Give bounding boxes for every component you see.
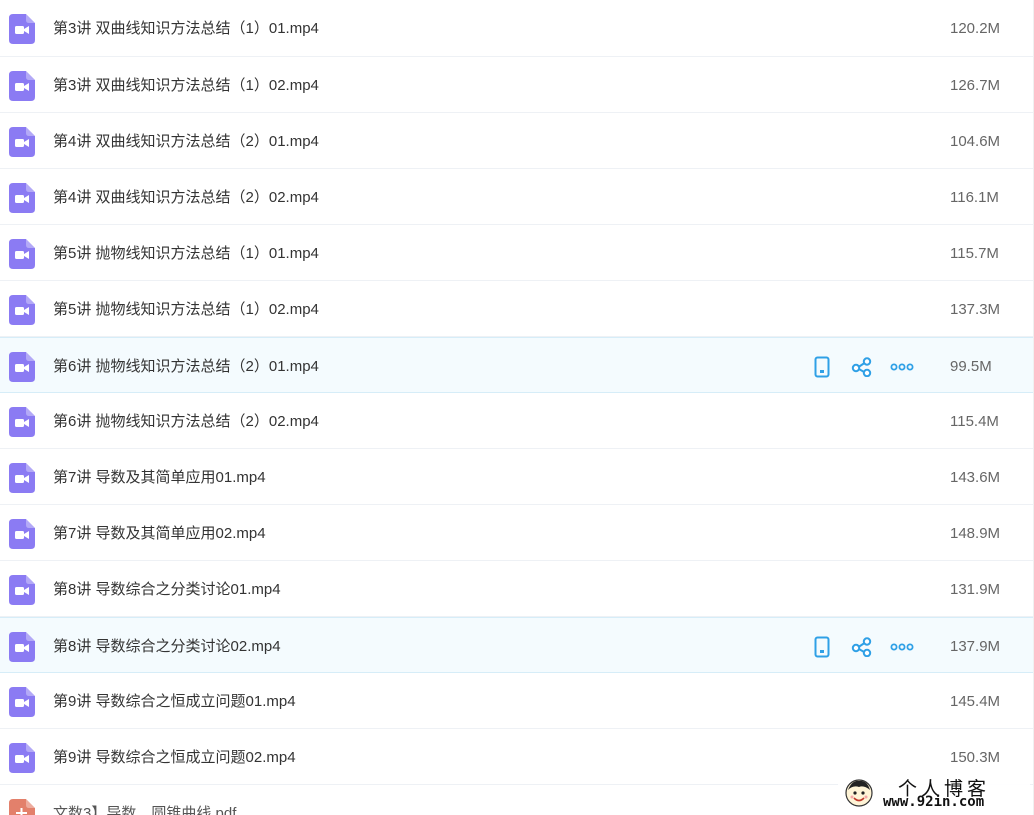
more-icon[interactable]: [890, 356, 914, 378]
file-row[interactable]: 第4讲 双曲线知识方法总结（2）02.mp4 116.1M: [0, 169, 1034, 225]
video-file-icon: [9, 71, 35, 101]
file-size: 99.5M: [950, 358, 992, 375]
file-row[interactable]: 第7讲 导数及其简单应用02.mp4 148.9M: [0, 505, 1034, 561]
file-size: 120.2M: [950, 20, 1001, 37]
file-row[interactable]: 第4讲 双曲线知识方法总结（2）01.mp4 104.6M: [0, 113, 1034, 169]
file-row[interactable]: 第6讲 抛物线知识方法总结（2）02.mp4 115.4M: [0, 393, 1034, 449]
file-name[interactable]: 第9讲 导数综合之恒成立问题02.mp4: [53, 749, 296, 767]
video-file-icon: [9, 183, 35, 213]
file-name[interactable]: 文数3】导数、圆锥曲线.pdf: [53, 805, 236, 815]
file-name[interactable]: 第8讲 导数综合之分类讨论01.mp4: [53, 581, 281, 599]
file-name[interactable]: 第4讲 双曲线知识方法总结（2）01.mp4: [53, 133, 319, 151]
file-size: 148.9M: [950, 525, 1001, 542]
file-size: 143.6M: [950, 469, 1001, 486]
share-icon[interactable]: [850, 636, 874, 658]
file-row[interactable]: 第3讲 双曲线知识方法总结（1）02.mp4 126.7M: [0, 57, 1034, 113]
more-icon[interactable]: [890, 636, 914, 658]
file-size: 137.3M: [950, 301, 1001, 318]
file-size: 115.7M: [950, 245, 999, 262]
file-size: 145.4M: [950, 693, 1001, 710]
video-file-icon: [9, 239, 35, 269]
share-icon[interactable]: [850, 356, 874, 378]
row-actions: [810, 636, 930, 658]
video-file-icon: [9, 463, 35, 493]
row-actions: [810, 356, 930, 378]
file-name[interactable]: 第6讲 抛物线知识方法总结（2）01.mp4: [53, 358, 319, 376]
video-file-icon: [9, 352, 35, 382]
file-row[interactable]: 第9讲 导数综合之恒成立问题01.mp4 145.4M: [0, 673, 1034, 729]
video-file-icon: [9, 575, 35, 605]
file-row[interactable]: 第3讲 双曲线知识方法总结（1）01.mp4 120.2M: [0, 0, 1034, 57]
file-name[interactable]: 第9讲 导数综合之恒成立问题01.mp4: [53, 693, 296, 711]
file-name[interactable]: 第4讲 双曲线知识方法总结（2）02.mp4: [53, 189, 319, 207]
file-row[interactable]: 第7讲 导数及其简单应用01.mp4 143.6M: [0, 449, 1034, 505]
file-list: 第3讲 双曲线知识方法总结（1）01.mp4 120.2M 第3讲 双曲线知识方…: [0, 0, 1034, 815]
video-file-icon: [9, 295, 35, 325]
video-file-icon: [9, 407, 35, 437]
watermark-logo-icon: [844, 778, 874, 808]
file-size: 150.3M: [950, 749, 1001, 766]
file-name[interactable]: 第8讲 导数综合之分类讨论02.mp4: [53, 638, 281, 656]
file-size: 126.7M: [950, 77, 1001, 94]
file-row-hovered[interactable]: 第6讲 抛物线知识方法总结（2）01.mp4 99.5M: [0, 337, 1034, 393]
video-file-icon: [9, 743, 35, 773]
file-name[interactable]: 第5讲 抛物线知识方法总结（1）02.mp4: [53, 301, 319, 319]
file-row-hovered[interactable]: 第8讲 导数综合之分类讨论02.mp4 137.9M: [0, 617, 1034, 673]
file-name[interactable]: 第6讲 抛物线知识方法总结（2）02.mp4: [53, 413, 319, 431]
video-file-icon: [9, 127, 35, 157]
file-name[interactable]: 第7讲 导数及其简单应用02.mp4: [53, 525, 266, 543]
file-name[interactable]: 第5讲 抛物线知识方法总结（1）01.mp4: [53, 245, 319, 263]
file-row[interactable]: 第5讲 抛物线知识方法总结（1）01.mp4 115.7M: [0, 225, 1034, 281]
file-name[interactable]: 第3讲 双曲线知识方法总结（1）01.mp4: [53, 20, 319, 38]
video-file-icon: [9, 687, 35, 717]
video-file-icon: [9, 632, 35, 662]
file-name[interactable]: 第3讲 双曲线知识方法总结（1）02.mp4: [53, 77, 319, 95]
file-size: 116.1M: [950, 189, 999, 206]
phone-icon[interactable]: [810, 356, 834, 378]
file-size: 115.4M: [950, 413, 999, 430]
phone-icon[interactable]: [810, 636, 834, 658]
video-file-icon: [9, 519, 35, 549]
file-row[interactable]: 第8讲 导数综合之分类讨论01.mp4 131.9M: [0, 561, 1034, 617]
video-file-icon: [9, 14, 35, 44]
file-size: 131.9M: [950, 581, 1001, 598]
watermark-url: www.92in.com: [883, 794, 985, 810]
file-size: 137.9M: [950, 638, 1001, 655]
file-size: 104.6M: [950, 133, 1001, 150]
file-name[interactable]: 第7讲 导数及其简单应用01.mp4: [53, 469, 266, 487]
pdf-file-icon: [9, 799, 35, 815]
watermark: 个人博客 www.92in.com: [838, 773, 1030, 813]
file-row[interactable]: 第5讲 抛物线知识方法总结（1）02.mp4 137.3M: [0, 281, 1034, 337]
